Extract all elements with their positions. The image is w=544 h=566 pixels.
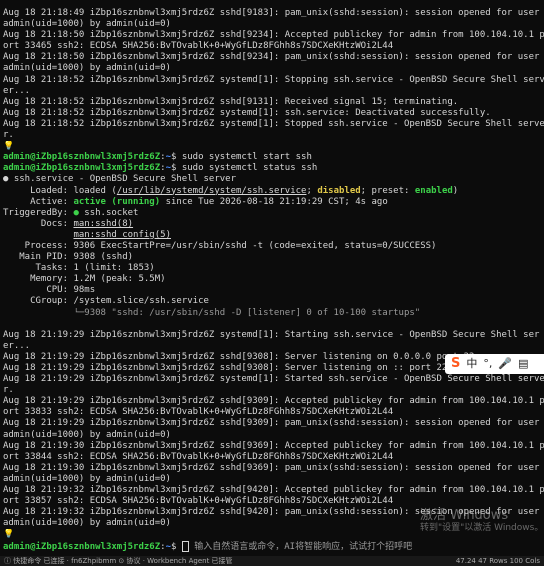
log-line: admin(uid=1000) by admin(uid=0) [3, 429, 171, 440]
log-line: r. [3, 385, 14, 396]
status-text: ; [306, 185, 318, 196]
command-text: sudo systemctl start ssh [181, 152, 312, 163]
status-cgroup-child: └─9308 "sshd: /usr/sbin/sshd -D [listene… [3, 307, 421, 318]
ime-menu-icon[interactable]: ▤ [518, 358, 528, 369]
log-line: Aug 18 21:18:52 iZbp16sznbnwl3xmj5rdz6Z … [3, 74, 544, 85]
status-memory: Memory: 1.2M (peak: 5.5M) [3, 274, 166, 285]
log-block-1: Aug 18 21:18:49 iZbp16sznbnwl3xmj5rdz6Z … [3, 8, 544, 141]
ime-language-toggle[interactable]: 中 [466, 358, 477, 369]
status-bar-right: 47.24 47 Rows 100 Cols [455, 557, 540, 565]
microphone-icon[interactable]: 🎤 [498, 358, 512, 369]
status-process: Process: 9306 ExecStartPre=/usr/sbin/ssh… [3, 240, 437, 251]
log-line: ort 33844 ssh2: ECDSA SHA256:BvTOvablK+0… [3, 451, 394, 462]
log-line: Aug 18 21:19:29 iZbp16sznbnwl3xmj5rdz6Z … [3, 329, 540, 340]
status-text: loaded ( [73, 185, 117, 196]
log-line: Aug 18 21:19:29 iZbp16sznbnwl3xmj5rdz6Z … [3, 374, 544, 385]
log-line: Aug 18 21:18:52 iZbp16sznbnwl3xmj5rdz6Z … [3, 96, 459, 107]
status-header: ● ssh.service - OpenBSD Secure Shell ser… [3, 174, 236, 185]
status-label: TriggeredBy: [3, 207, 74, 218]
active-state: active (running) [73, 196, 161, 207]
status-label: Active: [3, 196, 74, 207]
status-text: since Tue 2026-08-18 21:19:29 CST; 4s ag… [160, 196, 388, 207]
status-label: Docs: [3, 218, 74, 229]
ai-input-placeholder[interactable]: 输入自然语言或命令，AI将智能响应，试试打个招呼吧 [194, 542, 412, 552]
log-line: admin(uid=1000) by admin(uid=0) [3, 518, 171, 529]
input-prompt-line[interactable]: admin@iZbp16sznbnwl3xmj5rdz6Z:~$ 输入自然语言或… [3, 540, 544, 552]
status-bar-left[interactable]: ⓘ 快捷命令 已连接 · fn6Zhpibmm ⊙ 协议 · Workbench… [4, 556, 233, 566]
unit-file-path: /usr/lib/systemd/system/ssh.service [116, 185, 307, 196]
command-line-2: admin@iZbp16sznbnwl3xmj5rdz6Z:~$ sudo sy… [3, 163, 544, 174]
command-line-1: admin@iZbp16sznbnwl3xmj5rdz6Z:~$ sudo sy… [3, 152, 544, 163]
sogou-logo-icon[interactable]: S [451, 357, 460, 370]
status-cpu: CPU: 98ms [3, 285, 96, 296]
status-docs: Docs: man:sshd(8) [3, 219, 544, 230]
status-text: ; preset: [360, 185, 415, 196]
log-line: ort 33857 ssh2: ECDSA SHA256:BvTOvablK+0… [3, 496, 394, 507]
log-line: Aug 18 21:19:32 iZbp16sznbnwl3xmj5rdz6Z … [3, 485, 544, 496]
disabled-state: disabled [317, 185, 361, 196]
log-line: Aug 18 21:18:49 iZbp16sznbnwl3xmj5rdz6Z … [3, 8, 540, 18]
prompt-dollar: $ [170, 163, 182, 174]
docs-link[interactable]: man:sshd(8) [73, 219, 133, 229]
preset-enabled: enabled [414, 185, 453, 196]
status-mainpid: Main PID: 9308 (sshd) [3, 252, 134, 263]
status-text: ssh.socket [78, 207, 139, 218]
log-line: ort 33465 ssh2: ECDSA SHA256:BvTOvablK+0… [3, 41, 394, 52]
prompt-user-host: admin@iZbp16sznbnwl3xmj5rdz6Z [3, 152, 161, 163]
prompt-dollar: $ [170, 541, 182, 552]
prompt-user-host: admin@iZbp16sznbnwl3xmj5rdz6Z [3, 163, 161, 174]
log-line: er... [3, 85, 31, 96]
status-active: Active: active (running) since Tue 2026-… [3, 197, 544, 208]
ime-toolbar[interactable]: S 中 °, 🎤 ▤ [445, 354, 544, 374]
log-line: Aug 18 21:19:30 iZbp16sznbnwl3xmj5rdz6Z … [3, 462, 540, 473]
log-line: Aug 18 21:18:50 iZbp16sznbnwl3xmj5rdz6Z … [3, 30, 544, 41]
log-line: admin(uid=1000) by admin(uid=0) [3, 473, 171, 484]
log-line: Aug 18 21:19:30 iZbp16sznbnwl3xmj5rdz6Z … [3, 440, 544, 451]
log-line: Aug 18 21:19:29 iZbp16sznbnwl3xmj5rdz6Z … [3, 418, 540, 429]
log-line: Aug 18 21:19:29 iZbp16sznbnwl3xmj5rdz6Z … [3, 396, 544, 407]
status-text: ) [452, 185, 459, 196]
prompt-line-bulb: 💡 [3, 141, 544, 152]
log-line: admin(uid=1000) by admin(uid=0) [3, 63, 171, 74]
status-label: Loaded: [3, 185, 74, 196]
lightbulb-icon: 💡 [3, 529, 15, 540]
command-text: sudo systemctl status ssh [181, 163, 318, 174]
log-line: Aug 18 21:19:32 iZbp16sznbnwl3xmj5rdz6Z … [3, 507, 540, 518]
prompt-dollar: $ [170, 152, 182, 163]
log-line: r. [3, 130, 14, 141]
status-bar: ⓘ 快捷命令 已连接 · fn6Zhpibmm ⊙ 协议 · Workbench… [0, 556, 544, 566]
log-line: ort 33833 ssh2: ECDSA SHA256:BvTOvablK+0… [3, 407, 394, 418]
terminal-output[interactable]: Aug 18 21:18:49 iZbp16sznbnwl3xmj5rdz6Z … [3, 8, 544, 552]
log-line: er... [3, 340, 31, 351]
status-docs-2: man:sshd_config(5) [3, 230, 544, 241]
lightbulb-icon: 💡 [3, 141, 15, 152]
status-loaded: Loaded: loaded (/usr/lib/systemd/system/… [3, 186, 544, 197]
status-cgroup: CGroup: /system.slice/ssh.service [3, 296, 209, 307]
status-triggered: TriggeredBy: ● ssh.socket [3, 208, 544, 219]
docs-link[interactable]: man:sshd_config(5) [73, 230, 171, 240]
log-line: Aug 18 21:18:50 iZbp16sznbnwl3xmj5rdz6Z … [3, 52, 540, 63]
log-line: admin(uid=1000) by admin(uid=0) [3, 19, 171, 30]
status-tasks: Tasks: 1 (limit: 1853) [3, 263, 155, 274]
log-line: Aug 18 21:18:52 iZbp16sznbnwl3xmj5rdz6Z … [3, 107, 491, 118]
cursor-icon [181, 540, 189, 552]
prompt-user-host: admin@iZbp16sznbnwl3xmj5rdz6Z [3, 541, 161, 552]
prompt-line-bulb-2: 💡 [3, 529, 544, 540]
ime-punctuation-toggle[interactable]: °, [483, 358, 492, 369]
log-line: Aug 18 21:18:52 iZbp16sznbnwl3xmj5rdz6Z … [3, 118, 544, 129]
